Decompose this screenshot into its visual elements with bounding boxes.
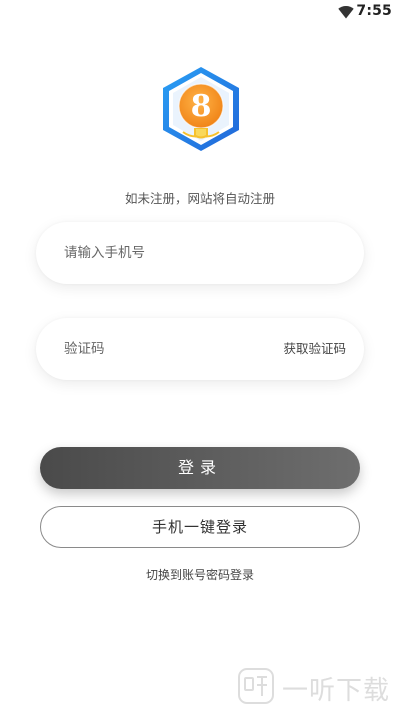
- code-input-card: 获取验证码: [36, 318, 364, 380]
- get-code-button[interactable]: 获取验证码: [283, 318, 346, 380]
- watermark-text: 一听下载: [282, 676, 391, 706]
- verification-code-input[interactable]: [64, 318, 264, 380]
- status-time: 7:55: [356, 3, 392, 19]
- phone-input-card: [36, 222, 364, 284]
- phone-input[interactable]: [64, 222, 264, 284]
- wifi-icon: [338, 6, 354, 19]
- one-click-login-button[interactable]: 手机一键登录: [40, 506, 360, 548]
- watermark: 一听下载: [238, 666, 398, 706]
- auto-register-hint: 如未注册，网站将自动注册: [124, 191, 275, 206]
- login-button[interactable]: 登录: [40, 447, 360, 489]
- switch-to-password-login-link[interactable]: 切换到账号密码登录: [0, 566, 400, 583]
- logo-number: 8: [191, 89, 212, 124]
- status-bar: 7:55: [0, 0, 400, 26]
- app-logo: 8: [163, 67, 239, 151]
- ting-logo-icon: [238, 668, 274, 704]
